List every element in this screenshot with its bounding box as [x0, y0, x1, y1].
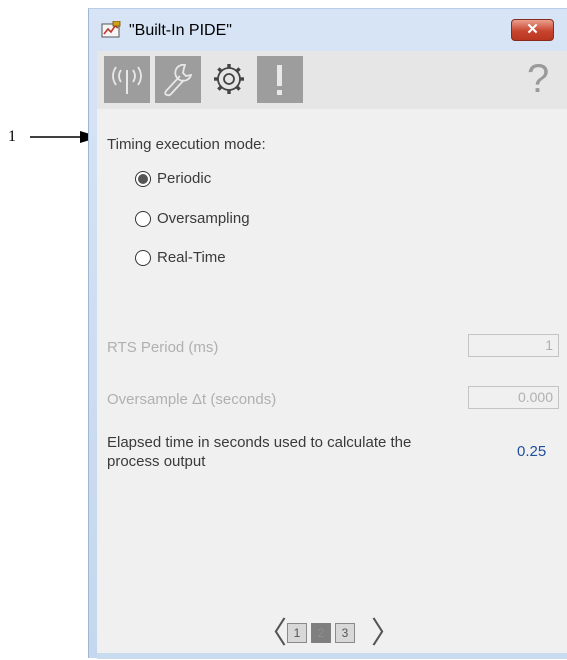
antenna-icon: [112, 66, 142, 94]
timing-mode-heading: Timing execution mode:: [107, 136, 266, 153]
tab-engineering[interactable]: [206, 56, 252, 103]
rts-period-field[interactable]: 1: [468, 334, 559, 357]
callout-number: 1: [8, 128, 16, 145]
exclamation-icon: [277, 65, 282, 95]
radio-oversampling-button[interactable]: [135, 211, 151, 227]
page-navigator: 〈 1 2 3 〉: [97, 619, 567, 649]
wrench-icon: [164, 63, 193, 97]
radio-periodic-label: Periodic: [157, 170, 212, 187]
elapsed-time-label: Elapsed time in seconds used to calculat…: [107, 434, 412, 470]
faceplate-app-icon: [101, 21, 121, 38]
faceplate-window: "Built-In PIDE" ✕ ? Timing execution mod…: [88, 8, 567, 659]
radio-oversampling-label: Oversampling: [157, 210, 250, 227]
radio-real-time-label: Real-Time: [157, 249, 226, 266]
tab-diagnostics[interactable]: [257, 56, 303, 103]
rts-period-label: RTS Period (ms): [107, 339, 219, 356]
faceplate-content: ? Timing execution mode: Periodic Oversa…: [97, 51, 567, 659]
radio-real-time-button[interactable]: [135, 250, 151, 266]
prev-page-button[interactable]: 〈: [257, 619, 287, 649]
tab-maintenance[interactable]: [155, 56, 201, 103]
gear-icon: [214, 64, 244, 94]
close-button[interactable]: ✕: [511, 19, 554, 41]
page-2-button[interactable]: 2: [311, 623, 331, 643]
title-bar: "Built-In PIDE" ✕: [89, 9, 567, 51]
help-icon[interactable]: ?: [527, 57, 549, 102]
next-page-button[interactable]: 〉: [371, 619, 401, 649]
page-1-button[interactable]: 1: [287, 623, 307, 643]
tab-operator[interactable]: [104, 56, 150, 103]
tab-bar: ?: [97, 51, 567, 109]
window-bottom-border: [97, 653, 567, 659]
page-3-button[interactable]: 3: [335, 623, 355, 643]
oversample-dt-field[interactable]: 0.000: [468, 386, 559, 409]
oversample-dt-label: Oversample Δt (seconds): [107, 391, 277, 408]
radio-periodic-button[interactable]: [135, 171, 151, 187]
elapsed-time-value: 0.25: [517, 443, 547, 460]
window-title: "Built-In PIDE": [129, 22, 232, 39]
